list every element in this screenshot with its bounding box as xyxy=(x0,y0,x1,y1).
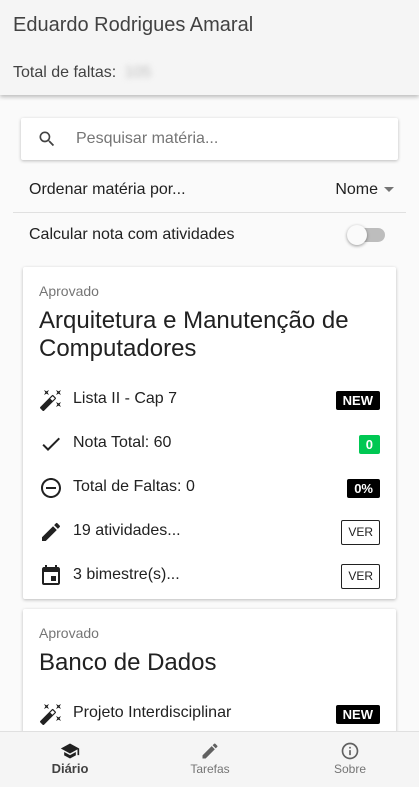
nav-label: Tarefas xyxy=(190,762,230,776)
row-text: Total de Faltas: 0 xyxy=(73,478,195,495)
minus-circle-icon xyxy=(41,478,61,498)
subject-card: Aprovado Banco de Dados Projeto Interdis… xyxy=(23,609,396,731)
card-title: Arquitetura e Manutenção de Computadores xyxy=(39,307,349,362)
card-row-absences: Total de Faltas: 0 0% xyxy=(23,466,396,510)
card-row-bimesters: 3 bimestre(s)... VER xyxy=(23,554,396,598)
row-text: 3 bimestre(s)... xyxy=(73,566,180,583)
bottom-navigation: Diário Tarefas Sobre xyxy=(0,731,419,787)
magic-wand-icon xyxy=(39,390,61,412)
card-status: Aprovado xyxy=(39,625,99,641)
new-badge: NEW xyxy=(335,705,380,724)
card-title: Banco de Dados xyxy=(39,649,217,676)
row-text: 19 atividades... xyxy=(73,522,181,539)
card-row-grade: Nota Total: 60 0 xyxy=(23,422,396,466)
absence-percent-badge: 0% xyxy=(347,479,380,498)
pencil-icon xyxy=(42,522,61,541)
row-text: Projeto Interdisciplinar xyxy=(73,704,232,721)
sort-label: Ordenar matéria por... xyxy=(29,181,186,198)
calc-toggle[interactable] xyxy=(347,225,385,245)
sort-select[interactable]: Nome xyxy=(335,181,394,199)
total-faltas-label: Total de faltas: xyxy=(13,64,117,81)
app-header: Eduardo Rodrigues Amaral Total de faltas… xyxy=(0,0,419,95)
sort-selected-value: Nome xyxy=(335,181,378,198)
subject-card: Aprovado Arquitetura e Manutenção de Com… xyxy=(23,267,396,599)
card-row-latest: Projeto Interdisciplinar NEW xyxy=(23,692,396,731)
nav-tarefas[interactable]: Tarefas xyxy=(140,732,280,787)
search-input[interactable] xyxy=(76,118,386,160)
row-text: Nota Total: 60 xyxy=(73,434,172,451)
sort-row: Ordenar matéria por... Nome xyxy=(13,167,406,213)
school-icon xyxy=(60,743,80,759)
search-bar[interactable] xyxy=(21,118,398,160)
nav-sobre[interactable]: Sobre xyxy=(280,732,419,787)
view-activities-button[interactable]: VER xyxy=(341,520,380,545)
new-badge: NEW xyxy=(335,391,380,410)
magic-wand-icon xyxy=(39,704,61,726)
calc-row: Calcular nota com atividades xyxy=(13,213,406,257)
student-name: Eduardo Rodrigues Amaral xyxy=(13,14,254,36)
pencil-icon xyxy=(202,743,218,759)
nav-diario[interactable]: Diário xyxy=(0,732,140,787)
search-icon xyxy=(39,131,55,147)
calendar-icon xyxy=(42,565,60,585)
toggle-thumb xyxy=(347,225,367,245)
card-row-latest: Lista II - Cap 7 NEW xyxy=(23,378,396,422)
main-content[interactable]: Ordenar matéria por... Nome Calcular not… xyxy=(0,95,419,731)
nav-label: Sobre xyxy=(333,762,367,776)
grade-badge: 0 xyxy=(358,435,380,454)
check-icon xyxy=(42,437,60,451)
info-icon xyxy=(341,742,359,760)
view-bimesters-button[interactable]: VER xyxy=(341,564,380,589)
row-text: Lista II - Cap 7 xyxy=(73,390,178,407)
app: Eduardo Rodrigues Amaral Total de faltas… xyxy=(0,0,419,787)
nav-label: Diário xyxy=(51,761,89,776)
total-faltas: Total de faltas: 105 xyxy=(13,64,151,82)
total-faltas-value: 105 xyxy=(124,64,152,81)
card-row-activities: 19 atividades... VER xyxy=(23,510,396,554)
card-status: Aprovado xyxy=(39,283,99,299)
calc-label: Calcular nota com atividades xyxy=(29,226,235,243)
caret-down-icon xyxy=(384,187,394,193)
